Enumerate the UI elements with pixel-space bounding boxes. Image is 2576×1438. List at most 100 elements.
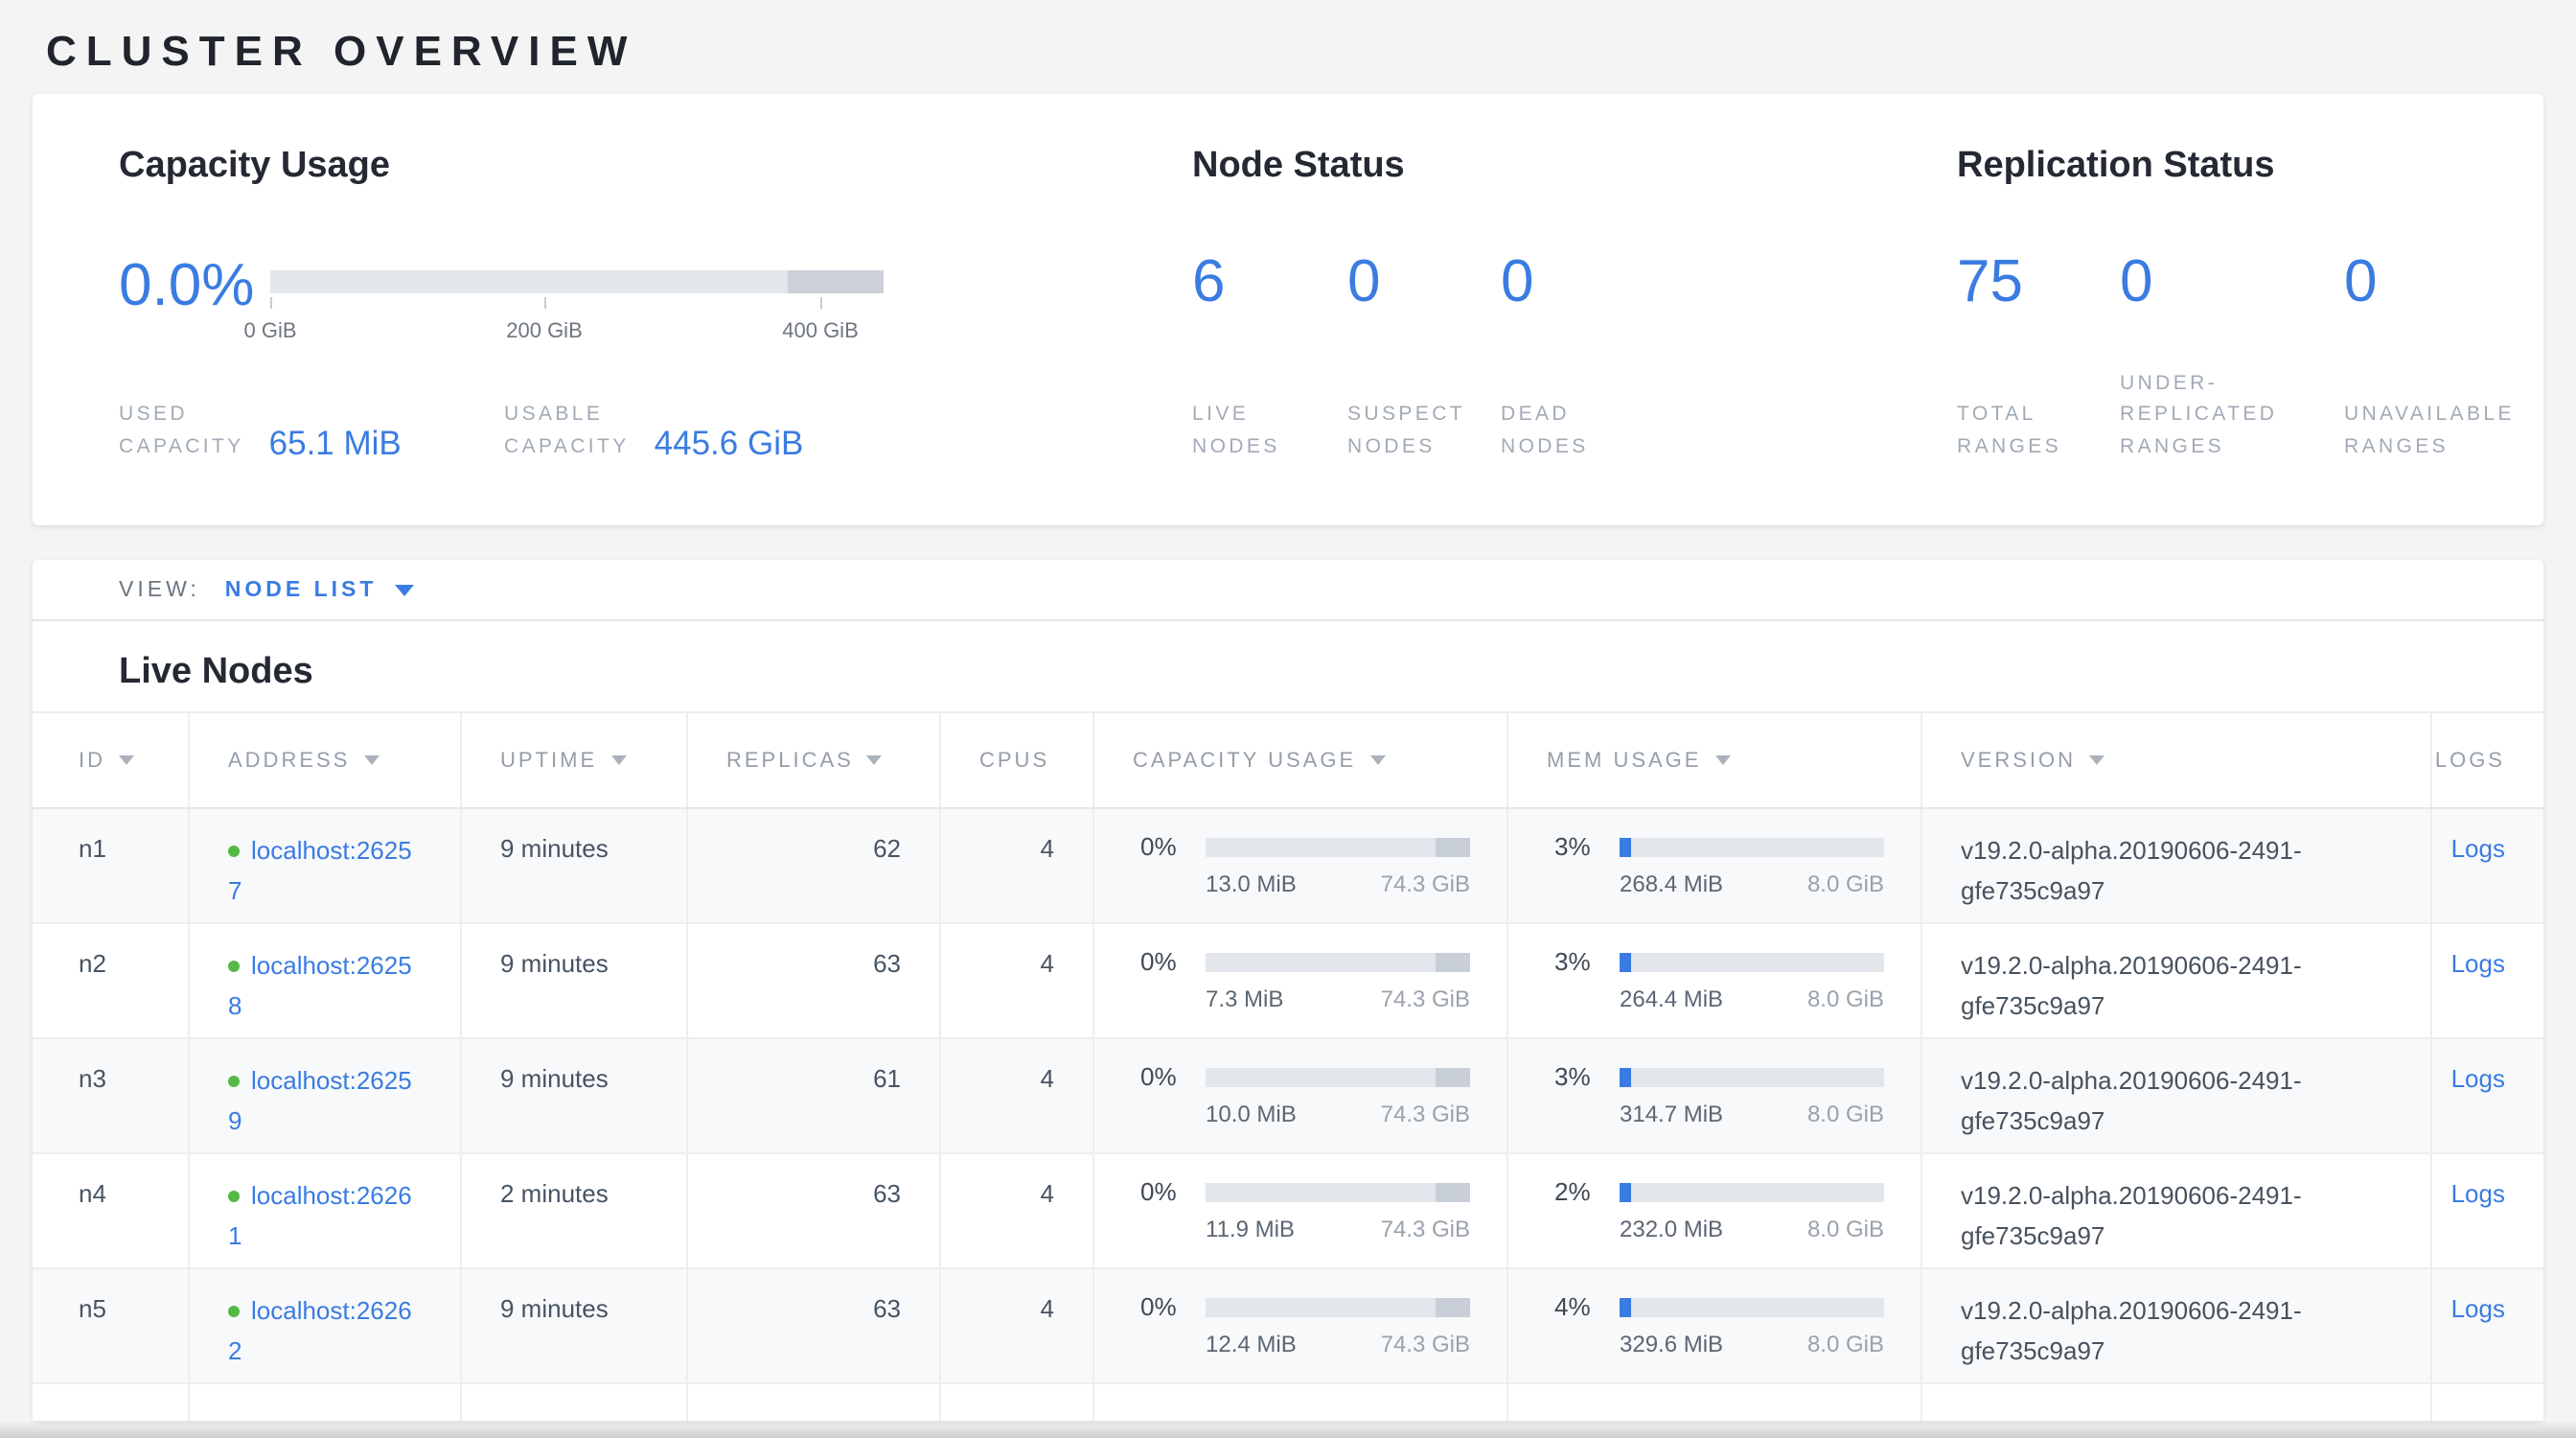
node-live-status-icon (228, 961, 240, 972)
mem-used-value: 329.6 MiB (1620, 1331, 1723, 1357)
node-cpus-cell: 4 (941, 1154, 1094, 1267)
column-header-uptime[interactable]: UPTIME (462, 713, 688, 807)
node-uptime-cell: 2 minutes (462, 1154, 688, 1267)
capacity-max-value: 74.3 GiB (1381, 1101, 1470, 1127)
node-replicas-cell: 63 (688, 1269, 941, 1382)
capacity-bar-end-segment (1436, 837, 1470, 856)
mem-usage-cell: 3% 314.7 MiB 8.0 GiB (1508, 1039, 1922, 1152)
column-header-version[interactable]: VERSION (1922, 713, 2432, 807)
axis-tick (544, 297, 546, 309)
node-version-cell: v19.2.0-alpha.20190606-2491-gfe735c9a97 (1922, 1039, 2432, 1152)
column-header-capacity-usage[interactable]: CAPACITY USAGE (1094, 713, 1508, 807)
capacity-percent: 0% (1140, 947, 1190, 976)
stat-label: SUSPECT NODES (1347, 400, 1478, 464)
mem-used-value: 264.4 MiB (1620, 986, 1723, 1012)
mem-bar-fill (1620, 1067, 1631, 1086)
node-id-cell: n3 (33, 1039, 190, 1152)
axis-tick-label: 400 GiB (782, 320, 859, 343)
node-live-status-icon (228, 1306, 240, 1317)
column-header-address[interactable]: ADDRESS (190, 713, 462, 807)
replication-status-title: Replication Status (1957, 146, 2275, 188)
node-uptime-cell: 9 minutes (462, 809, 688, 922)
capacity-usage-title: Capacity Usage (119, 146, 390, 188)
logs-link[interactable]: Logs (2451, 949, 2505, 978)
node-version-cell: v19.2.0-alpha.20190606-2491-gfe735c9a97 (1922, 924, 2432, 1037)
node-address-cell: localhost:26262 (190, 1269, 462, 1382)
logs-link[interactable]: Logs (2451, 1179, 2505, 1208)
capacity-bar (1206, 1067, 1470, 1086)
view-bar: VIEW: NODE LIST (33, 560, 2543, 621)
node-cpus-cell: 4 (941, 924, 1094, 1037)
node-address-link[interactable]: localhost:26257 (228, 836, 412, 905)
page-title: CLUSTER OVERVIEW (46, 27, 636, 77)
capacity-percent: 0% (1140, 1177, 1190, 1206)
stat-label: UNDER-REPLICATED RANGES (2120, 367, 2304, 464)
node-status-title: Node Status (1192, 146, 1405, 188)
replication-status-stats: 75 TOTAL RANGES 0 UNDER-REPLICATED RANGE… (1957, 251, 2574, 464)
node-replicas-cell: 63 (688, 1154, 941, 1267)
view-selector-dropdown[interactable]: NODE LIST (225, 578, 414, 601)
node-version-cell: v19.2.0-alpha.20190606-2491-gfe735c9a97 (1922, 809, 2432, 922)
stat-value: 0 (1501, 251, 1712, 311)
mem-percent: 3% (1554, 1062, 1604, 1091)
stat-total-ranges: 75 TOTAL RANGES (1957, 251, 2120, 464)
sort-arrow-icon (1369, 755, 1385, 765)
table-cell (688, 1384, 941, 1421)
bottom-shadow (0, 1421, 2576, 1438)
stat-label: DEAD NODES (1501, 400, 1631, 464)
column-header-replicas[interactable]: REPLICAS (688, 713, 941, 807)
column-header-id[interactable]: ID (33, 713, 190, 807)
usable-capacity-stat: USABLE CAPACITY 445.6 GiB (504, 399, 803, 463)
mem-bar-fill (1620, 952, 1631, 971)
sort-arrow-icon (119, 755, 134, 765)
node-live-status-icon (228, 1076, 240, 1087)
table-row-partial (33, 1384, 2543, 1421)
node-address-link[interactable]: localhost:26262 (228, 1296, 412, 1365)
column-header-label: VERSION (1961, 749, 2076, 772)
mem-max-value: 8.0 GiB (1807, 1101, 1884, 1127)
column-header-mem-usage[interactable]: MEM USAGE (1508, 713, 1922, 807)
column-header-label: LOGS (2435, 749, 2505, 772)
logs-link[interactable]: Logs (2451, 834, 2505, 863)
table-row: n3 localhost:26259 9 minutes 61 4 0% 10.… (33, 1039, 2543, 1154)
mem-used-value: 268.4 MiB (1620, 870, 1723, 897)
node-id-cell: n1 (33, 809, 190, 922)
stat-value: 0 (2120, 251, 2344, 311)
stat-unavailable-ranges: 0 UNAVAILABLE RANGES (2344, 251, 2574, 464)
table-cell (1094, 1384, 1508, 1421)
node-replicas-cell: 63 (688, 924, 941, 1037)
capacity-percent: 0% (1140, 832, 1190, 861)
logs-link[interactable]: Logs (2451, 1294, 2505, 1323)
stat-value: 0 (1347, 251, 1501, 311)
node-replicas-cell: 61 (688, 1039, 941, 1152)
mem-bar (1620, 837, 1884, 856)
table-cell (33, 1384, 190, 1421)
capacity-bar-end-segment (1436, 1297, 1470, 1316)
node-address-link[interactable]: localhost:26259 (228, 1066, 412, 1135)
mem-usage-cell: 3% 268.4 MiB 8.0 GiB (1508, 809, 1922, 922)
table-row: n2 localhost:26258 9 minutes 63 4 0% 7.3… (33, 924, 2543, 1039)
logs-link[interactable]: Logs (2451, 1064, 2505, 1093)
mem-usage-cell: 3% 264.4 MiB 8.0 GiB (1508, 924, 1922, 1037)
node-address-link[interactable]: localhost:26258 (228, 951, 412, 1020)
capacity-bar-end-segment (1436, 1182, 1470, 1201)
mem-bar-fill (1620, 1297, 1631, 1316)
sort-arrow-icon (363, 755, 379, 765)
stat-under-replicated-ranges: 0 UNDER-REPLICATED RANGES (2120, 251, 2344, 464)
mem-percent: 3% (1554, 832, 1604, 861)
capacity-usage-cell: 0% 13.0 MiB 74.3 GiB (1094, 809, 1508, 922)
mem-bar (1620, 1067, 1884, 1086)
capacity-usage-cell: 0% 7.3 MiB 74.3 GiB (1094, 924, 1508, 1037)
column-header-logs: LOGS (2432, 713, 2543, 807)
capacity-bar (1206, 952, 1470, 971)
node-address-cell: localhost:26257 (190, 809, 462, 922)
node-address-link[interactable]: localhost:26261 (228, 1181, 412, 1250)
stat-suspect-nodes: 0 SUSPECT NODES (1347, 251, 1501, 464)
table-cell (462, 1384, 688, 1421)
column-header-label: REPLICAS (726, 749, 854, 772)
capacity-bar-end-segment (1436, 1067, 1470, 1086)
capacity-used-value: 13.0 MiB (1206, 870, 1297, 897)
capacity-bar-end-segment (788, 270, 884, 293)
table-row: n1 localhost:26257 9 minutes 62 4 0% 13.… (33, 809, 2543, 924)
node-live-status-icon (228, 846, 240, 857)
